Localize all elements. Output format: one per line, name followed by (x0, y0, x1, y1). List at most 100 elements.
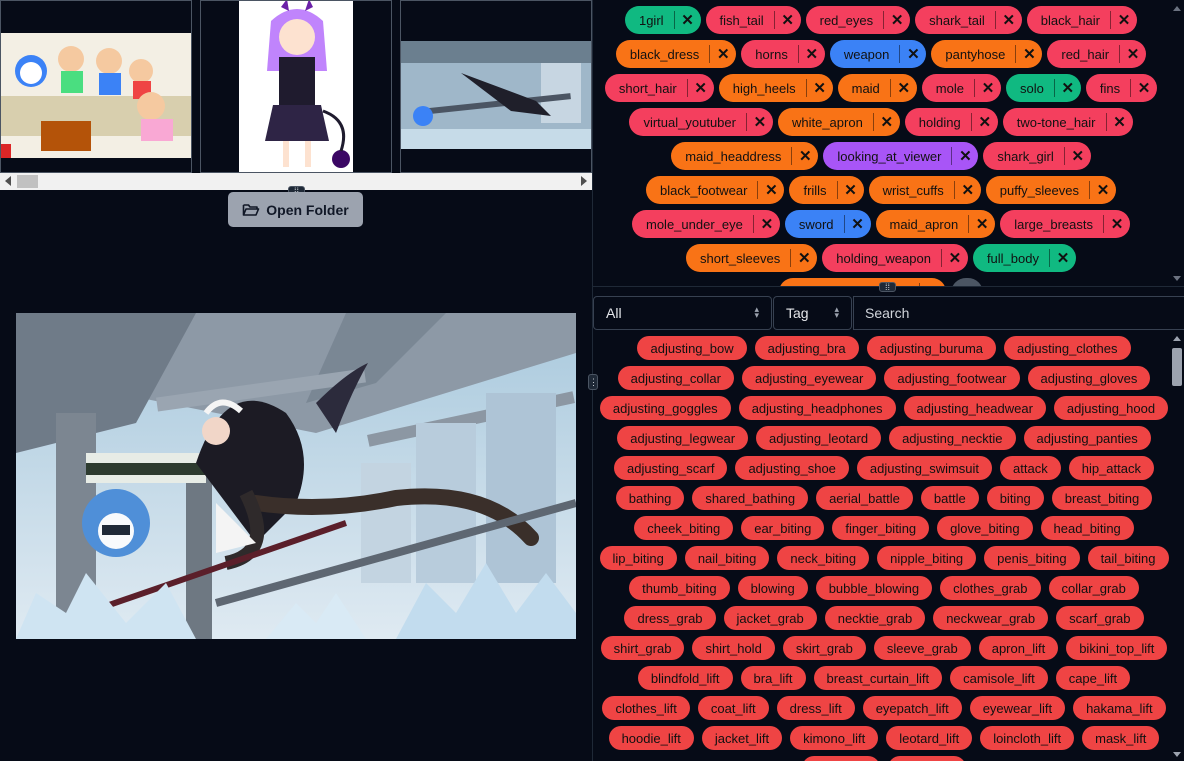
tag-option[interactable]: biting (986, 486, 1044, 510)
tag-option[interactable]: tail_biting (1087, 546, 1169, 570)
selected-tag-chip[interactable]: weapon ✕ (829, 40, 927, 68)
remove-tag-icon[interactable]: ✕ (747, 113, 773, 131)
tag-option[interactable]: shared_bathing (692, 486, 809, 510)
tag-option[interactable]: head_biting (1040, 516, 1134, 540)
tag-option[interactable]: loincloth_lift (980, 726, 1075, 750)
remove-tag-icon[interactable]: ✕ (710, 45, 736, 63)
tag-option[interactable]: coat_lift (697, 696, 769, 720)
remove-tag-icon[interactable]: ✕ (792, 147, 818, 165)
tag-option[interactable]: nipple_biting (877, 546, 977, 570)
selected-tag-chip[interactable]: solo ✕ (1005, 74, 1081, 102)
search-input[interactable] (853, 296, 1184, 330)
tag-option[interactable]: kimono_lift (790, 726, 879, 750)
selected-tag-chip[interactable]: mole_under_eye ✕ (632, 210, 780, 238)
remove-tag-icon[interactable]: ✕ (891, 79, 917, 97)
tag-option[interactable]: shirt_hold (692, 636, 775, 660)
tag-option[interactable]: adjusting_shoe (735, 456, 849, 480)
tag-option[interactable]: leotard_lift (886, 726, 973, 750)
tag-option[interactable]: battle (920, 486, 979, 510)
selected-tag-chip[interactable]: puffy_short_sleeves✕ (779, 278, 946, 286)
tag-option[interactable]: jacket_lift (701, 726, 783, 750)
tag-option[interactable]: adjusting_goggles (599, 396, 731, 420)
type-select[interactable]: Tag ▴ ▾ (773, 296, 852, 330)
remove-tag-icon[interactable]: ✕ (996, 11, 1022, 29)
selected-tag-chip[interactable]: holding ✕ (904, 108, 998, 136)
tag-option[interactable]: sleeve_grab (873, 636, 971, 660)
selected-tag-chip[interactable]: large_breasts ✕ (1000, 210, 1130, 238)
remove-tag-icon[interactable]: ✕ (754, 215, 780, 233)
tag-option[interactable]: hip_attack (1068, 456, 1154, 480)
tag-option[interactable]: breast_curtain_lift (813, 666, 943, 690)
selected-tag-chip[interactable]: holding_weapon ✕ (822, 244, 968, 272)
remove-tag-icon[interactable]: ✕ (838, 181, 864, 199)
remove-tag-icon[interactable]: ✕ (791, 249, 817, 267)
selected-tag-chip[interactable]: full_body ✕ (972, 244, 1076, 272)
scrollbar-thumb[interactable] (1172, 348, 1182, 386)
tag-option[interactable]: necktie_grab (824, 606, 926, 630)
remove-tag-icon[interactable]: ✕ (1065, 147, 1091, 165)
selected-tag-chip[interactable]: red_hair ✕ (1047, 40, 1147, 68)
tag-option[interactable]: adjusting_panties (1023, 426, 1151, 450)
tag-option[interactable]: adjusting_bow (637, 336, 747, 360)
tag-option[interactable]: adjusting_gloves (1027, 366, 1151, 390)
selected-tag-chip[interactable]: white_apron ✕ (777, 108, 900, 136)
tag-option[interactable]: adjusting_bra (754, 336, 859, 360)
tag-option[interactable]: adjusting_eyewear (741, 366, 877, 390)
tag-option[interactable]: adjusting_scarf (614, 456, 728, 480)
selected-tags-scrollbar[interactable] (1170, 0, 1184, 286)
tag-option[interactable]: jacket_grab (723, 606, 817, 630)
all-tags-scrollbar[interactable] (1170, 330, 1184, 761)
thumbnail-strip[interactable] (0, 0, 592, 173)
remove-tag-icon[interactable]: ✕ (900, 45, 926, 63)
selected-tag-chip[interactable]: virtual_youtuber ✕ (629, 108, 773, 136)
tag-option[interactable]: adjusting_leotard (756, 426, 882, 450)
selected-tag-chip[interactable]: short_hair ✕ (604, 74, 714, 102)
tag-option[interactable]: adjusting_headphones (738, 396, 896, 420)
scroll-left-icon[interactable] (5, 176, 11, 186)
selected-tag-chip[interactable]: high_heels ✕ (718, 74, 833, 102)
remove-tag-icon[interactable]: ✕ (972, 113, 998, 131)
selected-tag-chip[interactable]: shark_girl ✕ (983, 142, 1091, 170)
tag-option[interactable]: mask_lift (1082, 726, 1160, 750)
tag-option[interactable]: bubble_blowing (815, 576, 933, 600)
remove-tag-icon[interactable]: ✕ (1055, 79, 1081, 97)
scroll-down-icon[interactable] (1173, 752, 1181, 757)
tag-option[interactable]: hoodie_lift (608, 726, 694, 750)
scroll-right-icon[interactable] (581, 176, 587, 186)
tag-option[interactable]: camisole_lift (950, 666, 1048, 690)
tag-option[interactable]: shirt_grab (600, 636, 685, 660)
scrollbar-thumb[interactable] (17, 175, 38, 188)
remove-tag-icon[interactable]: ✕ (1111, 11, 1137, 29)
remove-tag-icon[interactable]: ✕ (1016, 45, 1042, 63)
selected-tag-chip[interactable]: maid_headdress ✕ (671, 142, 819, 170)
open-folder-button[interactable]: Open Folder (228, 192, 363, 227)
selected-tag-chip[interactable]: horns ✕ (741, 40, 825, 68)
tag-option[interactable]: neck_biting (777, 546, 870, 570)
remove-tag-icon[interactable]: ✕ (807, 79, 833, 97)
tag-option[interactable]: hakama_lift (1073, 696, 1166, 720)
remove-tag-icon[interactable]: ✕ (1104, 215, 1130, 233)
remove-tag-icon[interactable]: ✕ (775, 11, 801, 29)
tag-option[interactable]: adjusting_buruma (866, 336, 997, 360)
selected-tag-chip[interactable]: fins ✕ (1085, 74, 1158, 102)
tag-option[interactable]: adjusting_collar (617, 366, 734, 390)
selected-tag-chip[interactable]: sword ✕ (784, 210, 871, 238)
remove-tag-icon[interactable]: ✕ (688, 79, 714, 97)
selected-tag-chip[interactable]: frills ✕ (789, 176, 864, 204)
tag-option[interactable]: eyepatch_lift (862, 696, 962, 720)
tag-option[interactable]: breast_biting (1051, 486, 1153, 510)
tag-option[interactable]: nail_biting (684, 546, 770, 570)
remove-tag-icon[interactable]: ✕ (975, 79, 1001, 97)
tag-option[interactable]: aerial_battle (816, 486, 913, 510)
tag-option[interactable]: eyewear_lift (969, 696, 1066, 720)
tag-option[interactable]: blowing (737, 576, 808, 600)
tag-option[interactable]: neckwear_grab (933, 606, 1049, 630)
scroll-down-icon[interactable] (1173, 276, 1181, 281)
tag-option[interactable]: lip_biting (599, 546, 677, 570)
selected-tag-chip[interactable]: red_eyes ✕ (805, 6, 911, 34)
tag-option[interactable]: apron_lift (978, 636, 1059, 660)
scroll-up-icon[interactable] (1173, 336, 1181, 341)
remove-tag-icon[interactable]: ✕ (955, 181, 981, 199)
tag-option[interactable]: clothes_grab (940, 576, 1041, 600)
tag-option[interactable]: adjusting_clothes (1004, 336, 1131, 360)
